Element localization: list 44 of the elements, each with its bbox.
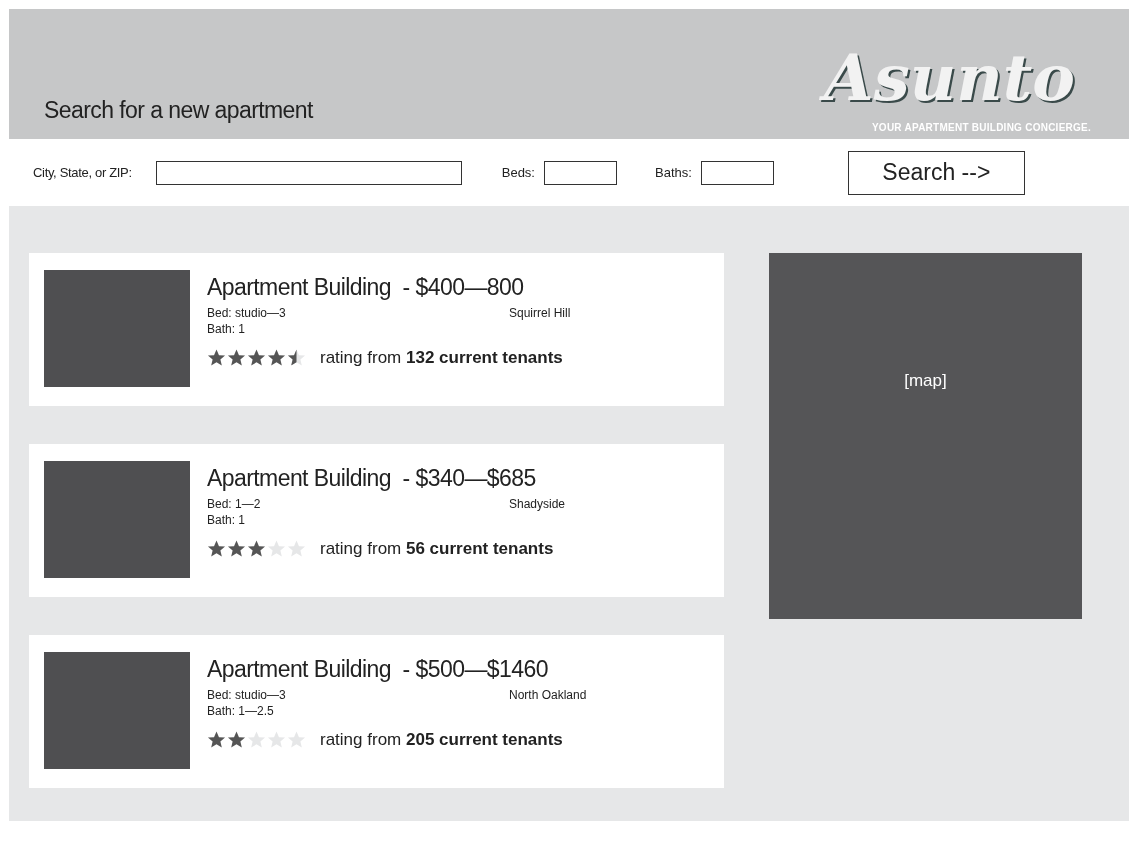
baths-info: Bath: 1 (207, 512, 247, 528)
star-icon (207, 539, 226, 559)
beds-field[interactable] (544, 160, 617, 185)
beds-info: Bed: studio—3 (207, 687, 287, 703)
rating-text: rating from 132 current tenants (320, 347, 563, 369)
page-heading: Search for a new apartment (44, 95, 313, 125)
listing-title: Apartment Building - $340—$685 (207, 464, 537, 492)
star-icon (287, 539, 306, 559)
baths-field[interactable] (700, 160, 774, 185)
beds-info: Bed: 1—2 (207, 496, 262, 512)
location-label: City, State, or ZIP: (33, 163, 132, 182)
star-icon (247, 539, 266, 559)
baths-info: Bath: 1 (207, 321, 247, 337)
search-button[interactable]: Search --> (847, 150, 1025, 195)
baths-info: Bath: 1—2.5 (207, 703, 275, 719)
baths-label: Baths: (655, 163, 692, 182)
neighborhood: North Oakland (509, 687, 587, 703)
star-icon (287, 730, 306, 750)
listing-title: Apartment Building - $400—800 (207, 273, 525, 301)
rating-text: rating from 205 current tenants (320, 729, 563, 751)
star-icon (267, 539, 286, 559)
star-icon (207, 730, 226, 750)
location-field[interactable] (155, 160, 462, 185)
neighborhood: Shadyside (509, 496, 566, 512)
beds-info: Bed: studio—3 (207, 305, 287, 321)
map-placeholder[interactable]: [map] (769, 253, 1082, 619)
star-icon (267, 730, 286, 750)
listing-card[interactable]: Apartment Building - $400—800 Bed: studio—3 Squirrel Hill Bath: 1 rating from 132 current tenants (29, 253, 724, 406)
star-icon (207, 348, 226, 368)
star-icon (227, 539, 246, 559)
listing-card[interactable]: Apartment Building - $340—$685 Bed: 1—2 Shadyside Bath: 1 rating from 56 current tenants (29, 444, 724, 597)
neighborhood: Squirrel Hill (509, 305, 571, 321)
listing-title: Apartment Building - $500—$1460 (207, 655, 549, 683)
listing-card[interactable]: Apartment Building - $500—$1460 Bed: studio—3 North Oakland Bath: 1—2.5 rating from 205 current tenants (29, 635, 724, 788)
star-icon (227, 348, 246, 368)
logo: Asunto (814, 36, 1091, 120)
beds-label: Beds: (501, 163, 535, 182)
rating-text: rating from 56 current tenants (320, 538, 554, 560)
star-icon (247, 730, 266, 750)
tagline: YOUR APARTMENT BUILDING CONCIERGE. (871, 121, 1091, 135)
star-icon (247, 348, 266, 368)
star-icon (267, 348, 286, 368)
map-label: [map] (904, 370, 947, 392)
star-icon (227, 730, 246, 750)
